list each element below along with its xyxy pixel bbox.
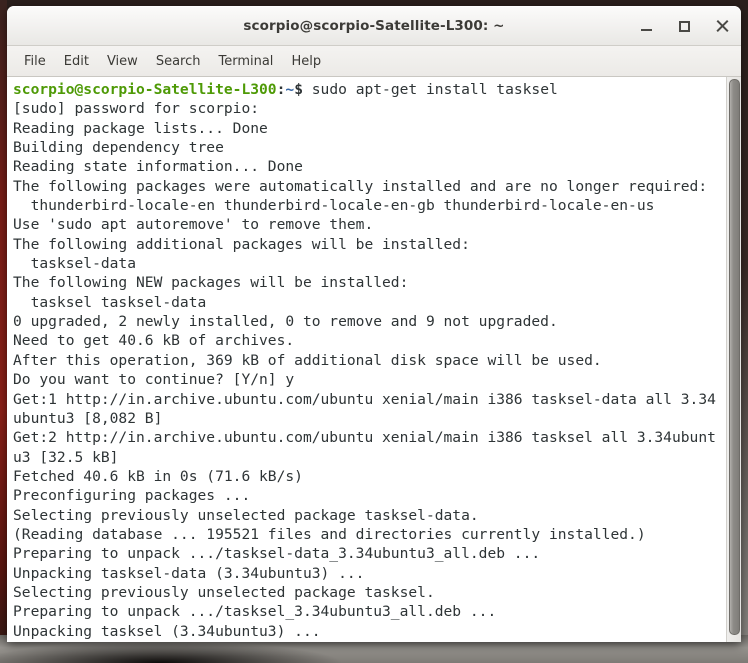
close-icon (716, 20, 729, 33)
terminal-line-prompt-command: scorpio@scorpio-Satellite-L300:~$ sudo a… (13, 80, 726, 99)
terminal-line: Reading state information... Done (13, 158, 303, 176)
prompt-user-host: scorpio@scorpio-Satellite-L300 (13, 81, 277, 98)
maximize-button[interactable] (675, 17, 693, 35)
terminal-scrollbar[interactable] (726, 77, 741, 642)
terminal-line: Fetched 40.6 kB in 0s (71.6 kB/s) (13, 467, 303, 485)
terminal-line: Building dependency tree (13, 139, 224, 157)
terminal-line: u3 [32.5 kB] (13, 448, 119, 466)
terminal-line: ubuntu3 [8,082 B] (13, 409, 163, 427)
menu-item-file[interactable]: File (15, 51, 55, 72)
terminal-line: The following packages were automaticall… (13, 177, 708, 195)
desktop-left-edge (0, 0, 7, 663)
terminal-area: scorpio@scorpio-Satellite-L300:~$ sudo a… (7, 77, 741, 642)
window-title: scorpio@scorpio-Satellite-L300: ~ (243, 18, 505, 34)
close-button[interactable] (713, 17, 731, 35)
window-titlebar[interactable]: scorpio@scorpio-Satellite-L300: ~ (7, 6, 741, 46)
terminal-line: Selecting previously unselected package … (13, 583, 435, 601)
menu-bar: File Edit View Search Terminal Help (7, 46, 741, 77)
menu-item-edit[interactable]: Edit (55, 51, 98, 72)
terminal-line: The following additional packages will b… (13, 235, 470, 253)
terminal-screen[interactable]: scorpio@scorpio-Satellite-L300:~$ sudo a… (7, 77, 726, 642)
terminal-line: Use 'sudo apt autoremove' to remove them… (13, 216, 374, 234)
minimize-icon (640, 28, 652, 31)
terminal-line: Get:2 http://in.archive.ubuntu.com/ubunt… (13, 429, 716, 447)
menu-item-view[interactable]: View (98, 51, 147, 72)
terminal-command: sudo apt-get install tasksel (302, 81, 558, 98)
prompt-path: ~ (285, 81, 295, 98)
menu-item-help[interactable]: Help (282, 51, 330, 72)
terminal-line: (Reading database ... 195521 files and d… (13, 525, 646, 543)
terminal-line: Processing triggers for man-db (2.7.5-1)… (13, 641, 726, 643)
terminal-line: Preparing to unpack .../tasksel-data_3.3… (13, 545, 541, 563)
terminal-line: Preconfiguring packages ... (13, 487, 251, 505)
menu-item-terminal[interactable]: Terminal (209, 51, 282, 72)
terminal-line: Preparing to unpack .../tasksel_3.34ubun… (13, 603, 497, 621)
scrollbar-thumb[interactable] (729, 79, 740, 635)
terminal-line: tasksel-data (13, 255, 137, 273)
terminal-line: 0 upgraded, 2 newly installed, 0 to remo… (13, 313, 558, 331)
terminal-line: Do you want to continue? [Y/n] y (13, 371, 295, 389)
terminal-line: Selecting previously unselected package … (13, 506, 479, 524)
minimize-button[interactable] (637, 17, 655, 35)
maximize-icon (678, 20, 690, 32)
window-controls (637, 7, 731, 45)
terminal-line: Need to get 40.6 kB of archives. (13, 332, 295, 350)
terminal-line: Unpacking tasksel-data (3.34ubuntu3) ... (13, 564, 365, 582)
terminal-line: Unpacking tasksel (3.34ubuntu3) ... (13, 622, 321, 640)
prompt-sigil: $ (294, 81, 303, 98)
terminal-line: The following NEW packages will be insta… (13, 274, 409, 292)
terminal-line: tasksel tasksel-data (13, 293, 207, 311)
terminal-line: Get:1 http://in.archive.ubuntu.com/ubunt… (13, 390, 716, 408)
terminal-line: thunderbird-locale-en thunderbird-locale… (13, 197, 655, 215)
terminal-line: [sudo] password for scorpio: (13, 100, 260, 118)
terminal-line: Reading package lists... Done (13, 119, 268, 137)
terminal-window: scorpio@scorpio-Satellite-L300: ~ File Ed… (7, 6, 741, 642)
terminal-output: scorpio@scorpio-Satellite-L300:~$ sudo a… (13, 80, 726, 642)
terminal-line: After this operation, 369 kB of addition… (13, 351, 602, 369)
menu-item-search[interactable]: Search (147, 51, 210, 72)
